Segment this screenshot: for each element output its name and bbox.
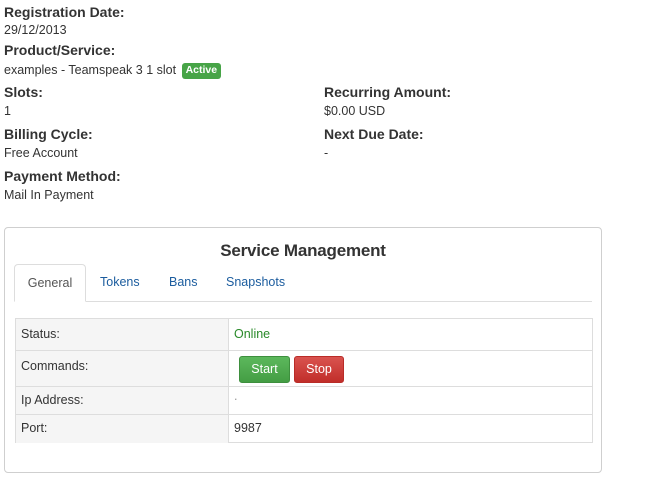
ip-address-value: . [234, 389, 238, 403]
next-due-date-label: Next Due Date: [324, 126, 424, 142]
billing-cycle-label: Billing Cycle: [4, 126, 93, 142]
table-row: Port: 9987 [16, 414, 592, 443]
slots-label: Slots: [4, 84, 43, 100]
status-value: Online [234, 327, 271, 341]
status-badge: Active [181, 63, 222, 79]
table-row: Status: Online [16, 319, 592, 350]
registration-date-value: 29/12/2013 [4, 23, 67, 37]
table-row: Ip Address: . [16, 386, 592, 414]
next-due-date-value: - [324, 146, 329, 160]
service-tabs: General Tokens Bans Snapshots [14, 264, 592, 302]
billing-cycle-value: Free Account [4, 146, 78, 160]
tab-snapshots[interactable]: Snapshots [226, 264, 285, 300]
payment-method-value: Mail In Payment [4, 188, 94, 202]
ip-address-label: Ip Address: [16, 387, 229, 414]
service-info-table: Status: Online Commands: Start Stop Ip A… [15, 318, 593, 443]
start-button[interactable]: Start [239, 356, 290, 383]
registration-date-label: Registration Date: [4, 4, 125, 20]
slots-value: 1 [4, 104, 11, 118]
tab-bans[interactable]: Bans [169, 264, 198, 300]
product-service-label: Product/Service: [4, 42, 116, 58]
service-management-title: Service Management [220, 241, 386, 260]
port-label: Port: [16, 415, 229, 443]
commands-cell: Start Stop [229, 351, 592, 386]
port-value: 9987 [234, 421, 262, 435]
tab-tokens[interactable]: Tokens [100, 264, 140, 300]
payment-method-label: Payment Method: [4, 168, 121, 184]
product-service-row: examples - Teamspeak 3 1 slot Active [4, 62, 222, 79]
recurring-amount-value: $0.00 USD [324, 104, 386, 118]
status-label: Status: [16, 319, 229, 350]
table-row: Commands: Start Stop [16, 350, 592, 386]
stop-button[interactable]: Stop [294, 356, 344, 383]
recurring-amount-label: Recurring Amount: [324, 84, 452, 100]
service-management-panel: Service Management General Tokens Bans S… [4, 227, 602, 473]
product-service-value: examples - Teamspeak 3 1 slot [4, 63, 177, 77]
tab-general[interactable]: General [14, 264, 86, 302]
commands-label: Commands: [16, 351, 229, 386]
